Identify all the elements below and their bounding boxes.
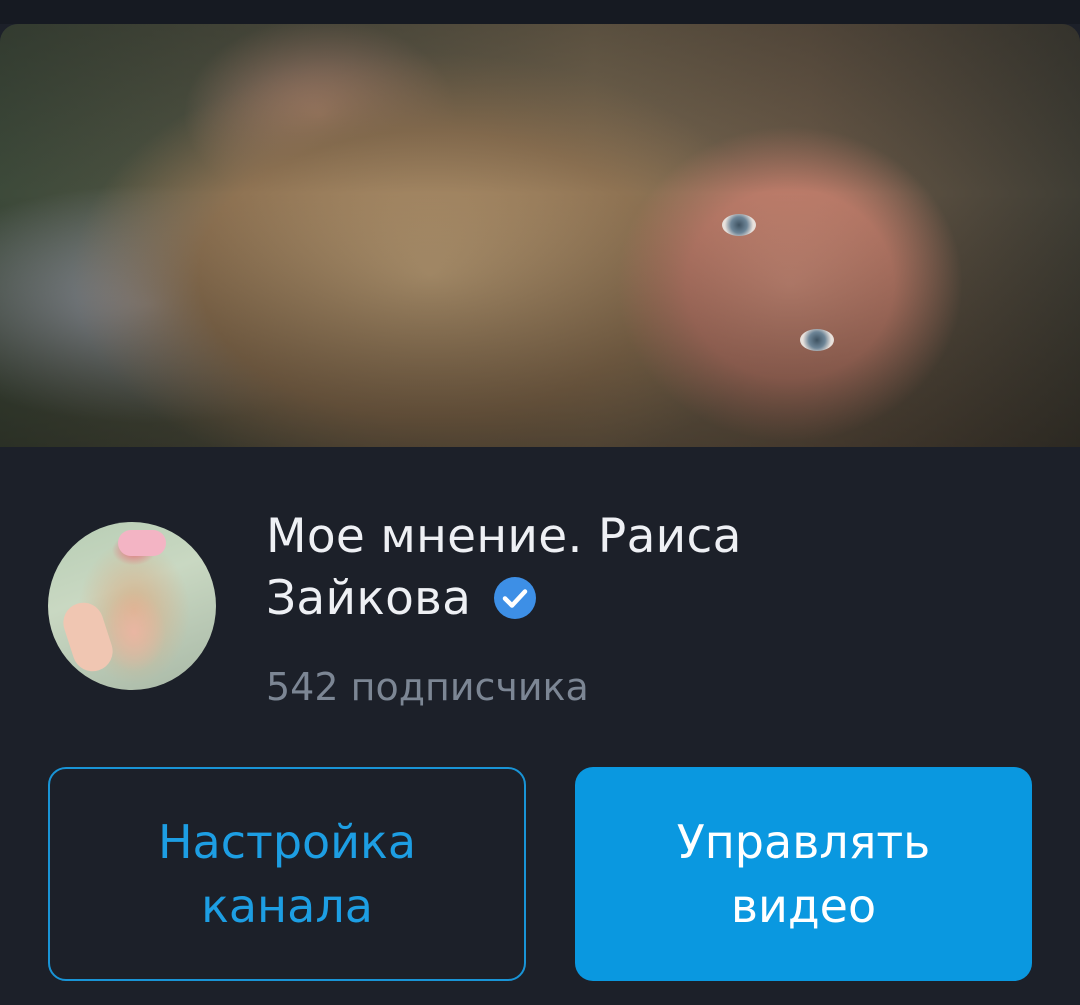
status-bar-area	[0, 0, 1080, 24]
channel-settings-button[interactable]: Настройка канала	[48, 767, 526, 981]
channel-cover-image	[0, 24, 1080, 447]
channel-settings-label-line-1: Настройка	[157, 815, 417, 869]
channel-title-line-2-text: Зайкова	[266, 571, 472, 626]
manage-videos-button[interactable]: Управлять видео	[575, 767, 1032, 981]
verified-check-icon	[494, 577, 537, 619]
manage-videos-label-line-2: видео	[730, 879, 877, 933]
channel-settings-label-line-2: канала	[201, 879, 373, 933]
manage-videos-label-line-1: Управлять	[676, 815, 931, 869]
channel-title: Мое мнение. Раиса Зайкова	[266, 506, 866, 630]
channel-title-line-2: Зайкова	[266, 568, 866, 630]
channel-avatar[interactable]	[48, 522, 216, 690]
channel-title-line-1: Мое мнение. Раиса	[266, 509, 742, 564]
channel-screen: Мое мнение. Раиса Зайкова 542 подписчика…	[0, 0, 1080, 1005]
subscriber-count: 542 подписчика	[266, 665, 589, 709]
